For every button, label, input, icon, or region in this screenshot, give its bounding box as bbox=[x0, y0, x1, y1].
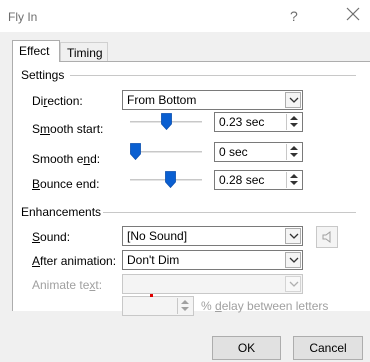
title-bar: Fly In ? bbox=[0, 0, 370, 32]
bounce-end-spinner[interactable]: 0.28 sec bbox=[214, 170, 303, 190]
smooth-end-label: Smooth end: bbox=[32, 152, 101, 166]
smooth-end-slider-thumb[interactable] bbox=[130, 143, 141, 160]
direction-label: Direction: bbox=[32, 94, 83, 108]
settings-divider bbox=[70, 75, 356, 76]
smooth-end-value[interactable]: 0 sec bbox=[219, 145, 248, 159]
smooth-start-value[interactable]: 0.23 sec bbox=[219, 115, 264, 129]
red-dot-marker bbox=[150, 294, 153, 297]
speaker-button[interactable] bbox=[316, 226, 338, 248]
chevron-down-icon[interactable] bbox=[285, 276, 301, 292]
smooth-start-slider-thumb[interactable] bbox=[161, 113, 172, 130]
smooth-start-spin-buttons[interactable] bbox=[286, 114, 301, 130]
tab-effect[interactable]: Effect bbox=[12, 40, 60, 62]
smooth-start-label: Smooth start: bbox=[32, 122, 104, 136]
chevron-down-icon[interactable] bbox=[285, 228, 301, 244]
ok-button[interactable]: OK bbox=[212, 336, 281, 360]
enhancements-group-label: Enhancements bbox=[21, 205, 102, 219]
sound-label: Sound: bbox=[32, 230, 71, 244]
smooth-end-spinner[interactable]: 0 sec bbox=[214, 142, 303, 162]
animate-text-select[interactable] bbox=[122, 274, 303, 294]
delay-spin-buttons[interactable] bbox=[177, 298, 192, 314]
enhancements-divider bbox=[103, 212, 356, 213]
dialog-title: Fly In bbox=[8, 10, 38, 24]
smooth-end-spin-buttons[interactable] bbox=[286, 144, 301, 160]
direction-value: From Bottom bbox=[127, 93, 197, 107]
settings-group-label: Settings bbox=[21, 68, 65, 82]
cancel-button[interactable]: Cancel bbox=[293, 336, 363, 360]
sound-select[interactable]: [No Sound] bbox=[122, 226, 303, 246]
speaker-icon bbox=[322, 231, 331, 243]
chevron-down-icon[interactable] bbox=[285, 92, 301, 108]
after-animation-select[interactable]: Don't Dim bbox=[122, 250, 303, 270]
tab-timing[interactable]: Timing bbox=[60, 42, 108, 61]
bounce-end-value[interactable]: 0.28 sec bbox=[219, 173, 264, 187]
sound-value: [No Sound] bbox=[127, 229, 188, 243]
direction-select[interactable]: From Bottom bbox=[122, 90, 303, 110]
after-animation-label: After animation: bbox=[32, 254, 117, 268]
chevron-down-icon[interactable] bbox=[285, 252, 301, 268]
bounce-end-slider-thumb[interactable] bbox=[165, 171, 176, 188]
bounce-end-spin-buttons[interactable] bbox=[286, 172, 301, 188]
delay-spinner[interactable] bbox=[122, 296, 194, 316]
animate-text-label: Animate text: bbox=[32, 278, 103, 292]
bounce-end-label: Bounce end: bbox=[32, 177, 100, 191]
delay-between-letters-label: % delay between letters bbox=[201, 299, 329, 313]
smooth-start-spinner[interactable]: 0.23 sec bbox=[214, 112, 303, 132]
after-animation-value: Don't Dim bbox=[127, 253, 180, 267]
help-button[interactable]: ? bbox=[290, 8, 298, 24]
close-icon[interactable] bbox=[344, 5, 362, 23]
